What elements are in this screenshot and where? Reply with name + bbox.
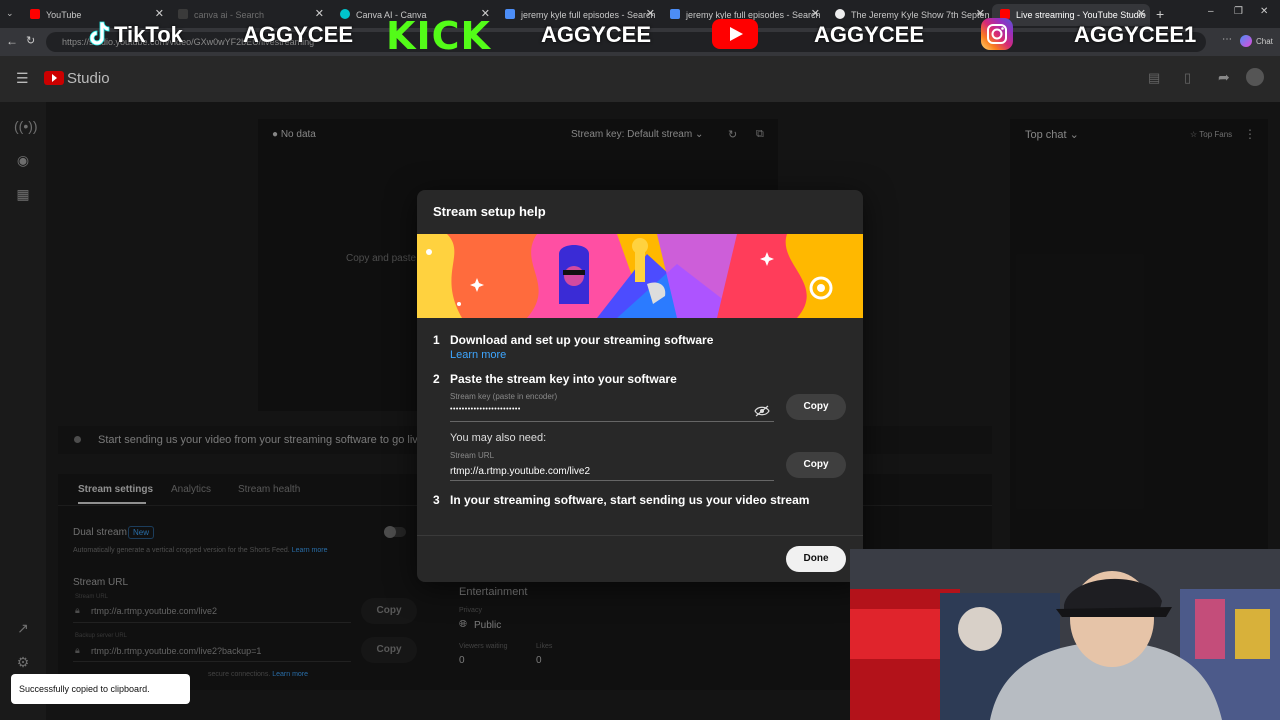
overlay-instagram-logo-icon bbox=[981, 18, 1013, 50]
also-need-text: You may also need: bbox=[450, 432, 547, 444]
overlay-tiktok-handle: AGGYCEE bbox=[243, 22, 354, 47]
canva-favicon-icon bbox=[340, 9, 350, 19]
stream-setup-help-dialog: Stream setup help 1 Download and set up … bbox=[417, 190, 863, 582]
account-avatar[interactable] bbox=[1246, 68, 1264, 86]
overlay-tiktok-logo-icon bbox=[86, 20, 110, 48]
stream-url-value[interactable]: rtmp://a.rtmp.youtube.com/live2 bbox=[450, 466, 590, 477]
stream-key-field-label: Stream key (paste in encoder) bbox=[450, 392, 558, 401]
back-icon[interactable]: ← bbox=[6, 34, 18, 48]
setup-banner-illustration bbox=[417, 234, 863, 318]
stream-key-underline bbox=[450, 421, 774, 422]
tab-label: The Jeremy Kyle Show 7th Septem bbox=[851, 10, 989, 20]
toast-text: Successfully copied to clipboard. bbox=[19, 684, 150, 694]
overlay-tiktok-name: TikTok bbox=[114, 22, 183, 47]
webcam-overlay bbox=[850, 549, 1280, 720]
close-tab-icon[interactable]: ✕ bbox=[811, 7, 820, 20]
learn-more-link[interactable]: Learn more bbox=[450, 349, 506, 361]
stream-url-field-label: Stream URL bbox=[450, 451, 495, 460]
studio-header: ☰ Studio ▤ ▯ ➦ bbox=[0, 56, 1280, 102]
step-3-number: 3 bbox=[433, 493, 440, 507]
stream-key-value[interactable]: •••••••••••••••••••••••• bbox=[450, 406, 521, 413]
reload-icon[interactable]: ↻ bbox=[26, 34, 35, 47]
dialog-title: Stream setup help bbox=[433, 204, 546, 219]
step-2-number: 2 bbox=[433, 372, 440, 386]
bookmark-icon[interactable]: ▯ bbox=[1184, 70, 1191, 86]
clapper-icon[interactable]: ▤ bbox=[1148, 70, 1160, 86]
clipboard-toast: Successfully copied to clipboard. bbox=[11, 674, 190, 704]
tab-label: canva ai - Search bbox=[194, 10, 265, 20]
search-favicon-icon bbox=[505, 9, 515, 19]
close-window-icon[interactable]: ✕ bbox=[1260, 6, 1268, 17]
step-1-text: Download and set up your streaming softw… bbox=[450, 333, 714, 347]
close-tab-icon[interactable]: ✕ bbox=[155, 7, 164, 20]
page-favicon-icon bbox=[835, 9, 845, 19]
copy-stream-key-button[interactable]: Copy bbox=[786, 394, 846, 420]
search-favicon-icon bbox=[178, 9, 188, 19]
step-3-text: In your streaming software, start sendin… bbox=[450, 493, 810, 507]
overlay-kick-handle: AGGYCEE bbox=[541, 22, 652, 47]
menu-icon[interactable]: ☰ bbox=[16, 70, 29, 87]
studio-logo-icon[interactable] bbox=[44, 71, 64, 85]
overlay-youtube-handle: AGGYCEE bbox=[814, 22, 925, 47]
stream-url-underline bbox=[450, 480, 774, 481]
youtube-favicon-icon bbox=[30, 9, 40, 19]
minimize-icon[interactable]: – bbox=[1208, 6, 1214, 17]
extensions-icon[interactable]: ⋯ bbox=[1222, 34, 1232, 45]
copy-stream-url-button[interactable]: Copy bbox=[786, 452, 846, 478]
step-2-text: Paste the stream key into your software bbox=[450, 372, 677, 386]
tab-list-chevron-icon[interactable]: ⌄ bbox=[6, 8, 14, 19]
webcam-feed-image bbox=[850, 549, 1280, 720]
tab-label: YouTube bbox=[46, 10, 82, 20]
tab-label: Live streaming - YouTube Studio bbox=[1016, 10, 1146, 20]
close-tab-icon[interactable]: ✕ bbox=[646, 7, 655, 20]
share-icon[interactable]: ➦ bbox=[1218, 69, 1230, 86]
tab-label: jeremy kyle full episodes - Search bbox=[521, 10, 656, 20]
copilot-icon[interactable] bbox=[1240, 35, 1252, 47]
search-favicon-icon bbox=[670, 9, 680, 19]
studio-logo-text: Studio bbox=[67, 70, 110, 87]
close-tab-icon[interactable]: ✕ bbox=[1137, 7, 1146, 20]
close-tab-icon[interactable]: ✕ bbox=[315, 7, 324, 20]
overlay-youtube-logo-icon bbox=[712, 19, 758, 49]
overlay-kick-logo: KICK bbox=[386, 14, 491, 58]
new-tab-icon[interactable]: + bbox=[1156, 6, 1164, 22]
overlay-instagram-handle: AGGYCEE1 bbox=[1074, 22, 1197, 47]
done-button[interactable]: Done bbox=[786, 546, 846, 572]
dialog-divider bbox=[417, 535, 863, 536]
step-1-number: 1 bbox=[433, 333, 440, 347]
hide-visibility-icon[interactable] bbox=[754, 404, 770, 417]
restore-icon[interactable]: ❐ bbox=[1234, 6, 1243, 17]
chat-label[interactable]: Chat bbox=[1256, 37, 1273, 46]
